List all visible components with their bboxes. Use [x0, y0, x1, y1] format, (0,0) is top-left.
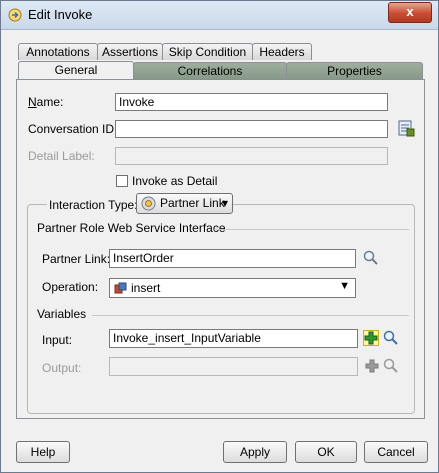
search-icon[interactable] — [383, 330, 399, 346]
interaction-type-value: Partner Link — [160, 196, 225, 210]
tab-correlations[interactable]: Correlations — [133, 62, 287, 79]
help-button[interactable]: Help — [16, 441, 70, 463]
detail-label-label: Detail Label: — [28, 149, 95, 163]
interaction-type-label: Interaction Type: — [47, 198, 140, 212]
add-variable-icon[interactable] — [363, 330, 379, 346]
title-bar: Edit Invoke x — [1, 1, 438, 30]
tab-properties[interactable]: Properties — [286, 62, 423, 79]
tab-skip-condition[interactable]: Skip Condition — [162, 43, 253, 60]
add-variable-icon — [365, 359, 379, 373]
general-panel: Name: Invoke Conversation ID: Detail Lab… — [16, 79, 425, 419]
output-variable-field — [109, 357, 358, 376]
tab-assertions[interactable]: Assertions — [97, 43, 163, 60]
variables-section-label: Variables — [37, 307, 87, 321]
tab-general[interactable]: General — [18, 61, 134, 80]
operation-icon — [114, 282, 127, 294]
close-button[interactable]: x — [388, 2, 432, 23]
cancel-button[interactable]: Cancel — [364, 441, 428, 463]
detail-label-field — [115, 147, 388, 165]
invoke-as-detail-checkbox[interactable] — [116, 175, 128, 187]
input-label: Input: — [42, 333, 73, 347]
input-variable-field[interactable]: Invoke_insert_InputVariable — [109, 329, 358, 348]
invoke-as-detail-label: Invoke as Detail — [132, 174, 218, 188]
output-label: Output: — [42, 361, 82, 375]
partner-link-icon — [141, 196, 156, 211]
section-divider — [92, 315, 409, 316]
operation-label: Operation: — [42, 280, 99, 294]
chevron-down-icon: ▾ — [221, 196, 228, 210]
partner-link-field[interactable]: InsertOrder — [109, 249, 356, 268]
conversation-id-label: Conversation ID: — [28, 122, 118, 136]
operation-value: insert — [131, 281, 161, 295]
operation-dropdown[interactable]: insert ▼ — [109, 278, 356, 298]
invoke-activity-icon — [8, 8, 22, 22]
expression-builder-icon[interactable] — [397, 119, 415, 137]
tab-annotations[interactable]: Annotations — [18, 43, 98, 60]
search-icon — [383, 358, 398, 373]
apply-button[interactable]: Apply — [223, 441, 287, 463]
ok-button[interactable]: OK — [295, 441, 357, 463]
search-icon[interactable] — [363, 250, 379, 266]
tab-headers[interactable]: Headers — [252, 43, 312, 60]
conversation-id-field[interactable] — [115, 120, 388, 138]
edit-invoke-dialog: Edit Invoke x Annotations Assertions Ski… — [0, 0, 439, 473]
interaction-type-button[interactable]: Partner Link ▾ — [136, 193, 233, 214]
partner-role-section-label: Partner Role Web Service Interface — [37, 221, 226, 235]
section-divider — [214, 229, 409, 230]
chevron-down-icon: ▼ — [339, 280, 350, 292]
name-label: Name: — [28, 95, 64, 109]
window-title: Edit Invoke — [28, 7, 93, 22]
name-field[interactable]: Invoke — [115, 93, 388, 111]
partner-link-label: Partner Link: — [42, 252, 111, 266]
